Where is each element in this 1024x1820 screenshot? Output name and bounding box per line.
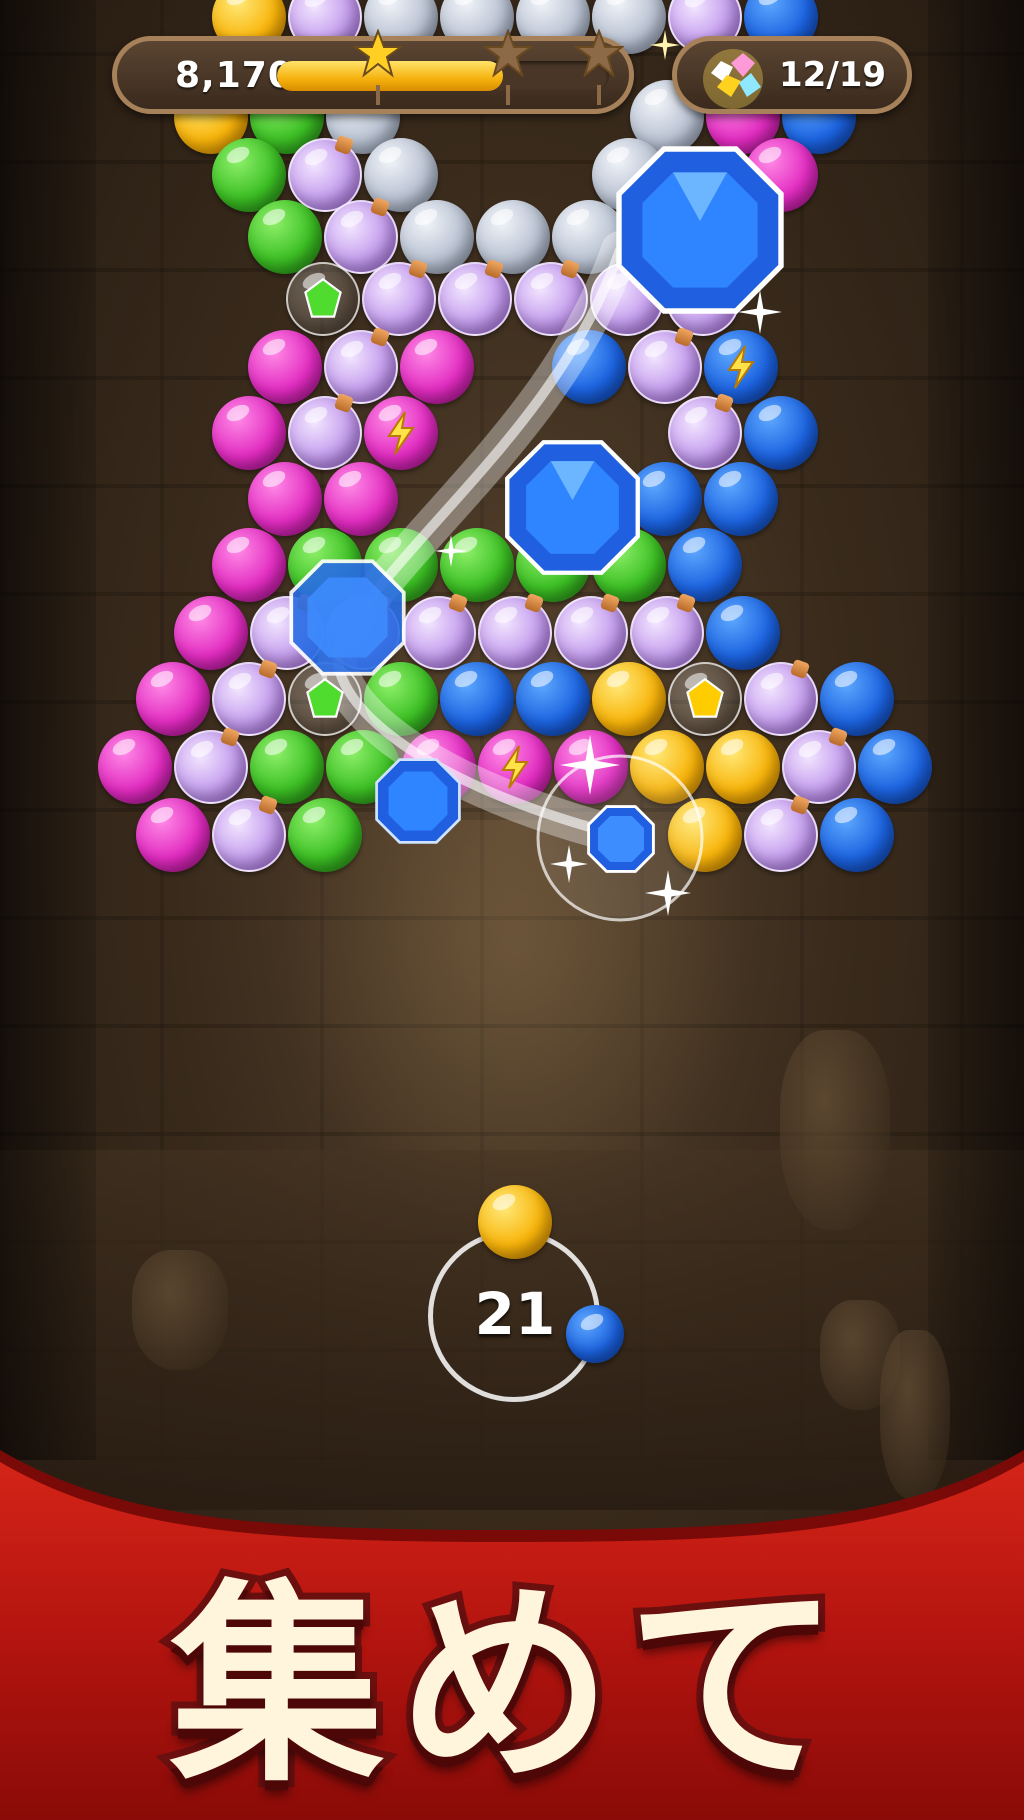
current-bubble[interactable]: [478, 1185, 552, 1259]
green-bubble: [250, 730, 324, 804]
blue-bubble: [440, 662, 514, 736]
flying-blue-gem-mid: [505, 440, 640, 575]
potion-bubble: [744, 662, 818, 736]
potion-bubble: [438, 262, 512, 336]
sparkle-icon: [650, 30, 680, 60]
yellow-bubble: [630, 730, 704, 804]
sparkle-icon: [738, 290, 782, 334]
green-bubble: [288, 798, 362, 872]
blue-bubble: [516, 662, 590, 736]
score-panel: 8,170: [112, 29, 634, 114]
gem-pile-icon: [703, 49, 763, 109]
star-2-icon: [483, 29, 533, 78]
sparkle-icon: [550, 845, 588, 883]
potion-bubble: [212, 798, 286, 872]
yellow-bubble: [668, 798, 742, 872]
sparkle-icon: [645, 870, 691, 916]
gem-count: 12/19: [779, 55, 887, 95]
game-screen[interactable]: 8,170 12/19 21 集めて: [0, 0, 1024, 1820]
pink-bubble: [136, 798, 210, 872]
lightning-bubble: [478, 730, 552, 804]
flying-blue-gem-small: [289, 559, 406, 676]
blue-bubble: [744, 396, 818, 470]
clay-pot-left: [132, 1250, 228, 1370]
pink-bubble: [212, 396, 286, 470]
potion-bubble: [324, 330, 398, 404]
yellow-bubble: [706, 730, 780, 804]
pink-bubble: [400, 330, 474, 404]
potion-bubble: [402, 596, 476, 670]
lightning-bubble: [364, 396, 438, 470]
lightning-bubble: [704, 330, 778, 404]
pink-bubble: [248, 330, 322, 404]
potion-bubble: [362, 262, 436, 336]
pink-bubble: [212, 528, 286, 602]
pink-bubble: [324, 462, 398, 536]
blue-bubble: [820, 662, 894, 736]
blue-bubble: [552, 330, 626, 404]
blue-bubble: [820, 798, 894, 872]
score-progress-bar: [277, 61, 609, 91]
clay-urn-right: [780, 1030, 890, 1230]
star-3-icon: [574, 29, 624, 78]
potion-bubble: [744, 798, 818, 872]
potion-bubble: [514, 262, 588, 336]
sparkle-icon: [435, 535, 467, 567]
potion-bubble: [630, 596, 704, 670]
pink-bubble: [98, 730, 172, 804]
pink-bubble: [248, 462, 322, 536]
yellow-gem-bubble: [668, 662, 742, 736]
pink-bubble: [174, 596, 248, 670]
potion-bubble: [212, 662, 286, 736]
blue-bubble: [858, 730, 932, 804]
gem-counter-panel: 12/19: [672, 36, 912, 114]
green-gem-bubble: [286, 262, 360, 336]
potion-bubble: [668, 396, 742, 470]
potion-bubble: [174, 730, 248, 804]
yellow-bubble: [592, 662, 666, 736]
potion-bubble: [478, 596, 552, 670]
potion-bubble: [288, 396, 362, 470]
blue-bubble: [706, 596, 780, 670]
flying-blue-gem-tiny: [375, 758, 461, 844]
moves-remaining: 21: [474, 1280, 556, 1348]
star-1-icon: [353, 29, 403, 78]
blue-bubble: [704, 462, 778, 536]
potion-bubble: [628, 330, 702, 404]
released-blue-gem: [587, 805, 655, 873]
banner-title: 集めて: [163, 1555, 854, 1818]
potion-bubble: [782, 730, 856, 804]
blue-bubble: [668, 528, 742, 602]
potion-bubble: [554, 596, 628, 670]
sparkle-icon: [560, 735, 620, 795]
pink-bubble: [136, 662, 210, 736]
